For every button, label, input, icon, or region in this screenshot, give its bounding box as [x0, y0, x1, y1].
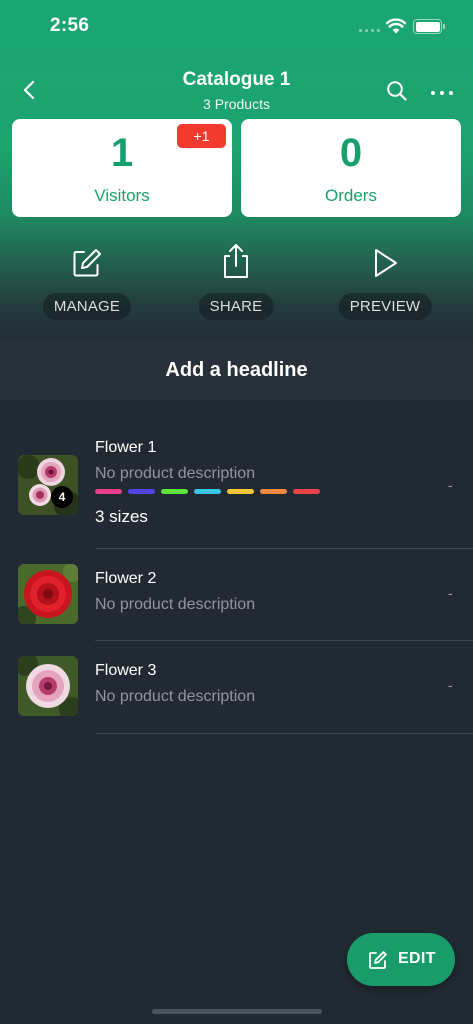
color-swatch-pink [95, 489, 122, 494]
list-divider [95, 548, 473, 549]
list-divider [95, 640, 473, 641]
share-button[interactable]: SHARE [181, 240, 291, 326]
image-count-badge: 4 [51, 486, 73, 508]
color-swatch-blue [128, 489, 155, 494]
more-options-icon[interactable] [431, 91, 453, 96]
status-time: 2:56 [50, 15, 90, 36]
visitors-new-badge: +1 [177, 124, 226, 148]
cellular-signal-icon [359, 29, 381, 34]
search-icon[interactable] [386, 80, 408, 102]
edit-icon [369, 951, 387, 969]
list-divider [95, 733, 473, 734]
product-description: No product description [95, 688, 256, 705]
orders-label: Orders [325, 186, 377, 205]
share-icon [224, 244, 248, 278]
color-swatch-orange [260, 489, 287, 494]
product-name: Flower 3 [95, 662, 157, 679]
wifi-icon [386, 18, 406, 34]
add-headline-button[interactable]: Add a headline [0, 341, 473, 400]
product-description: No product description [95, 596, 256, 613]
edit-button[interactable]: EDIT [347, 933, 455, 986]
product-name: Flower 2 [95, 570, 157, 587]
manage-button[interactable]: MANAGE [32, 240, 142, 326]
visitors-card[interactable]: 1 Visitors +1 [12, 119, 232, 217]
orders-card[interactable]: 0 Orders [241, 119, 461, 217]
product-thumbnail [18, 455, 78, 515]
orders-count: 0 [339, 131, 363, 175]
product-price: - [448, 477, 453, 493]
share-label: SHARE [198, 293, 274, 320]
play-icon [375, 249, 397, 277]
product-thumbnail [18, 656, 78, 716]
product-description: No product description [95, 465, 256, 482]
manage-label: MANAGE [42, 293, 132, 320]
color-swatch-green [161, 489, 188, 494]
home-indicator [152, 1009, 322, 1014]
status-bar: 2:56 [0, 0, 473, 54]
visitors-label: Visitors [94, 186, 150, 205]
product-name: Flower 1 [95, 439, 157, 456]
preview-button[interactable]: PREVIEW [330, 240, 440, 326]
edit-icon [73, 249, 101, 277]
product-price: - [448, 677, 453, 693]
color-swatch-yellow [227, 489, 254, 494]
color-swatch-red [293, 489, 320, 494]
edit-label: EDIT [398, 950, 436, 967]
color-swatch-cyan [194, 489, 221, 494]
product-sizes: 3 sizes [95, 507, 148, 526]
nav-bar: Catalogue 1 3 Products [0, 60, 473, 116]
battery-icon [413, 19, 445, 34]
product-price: - [448, 585, 453, 601]
product-thumbnail [18, 564, 78, 624]
preview-label: PREVIEW [338, 293, 432, 320]
